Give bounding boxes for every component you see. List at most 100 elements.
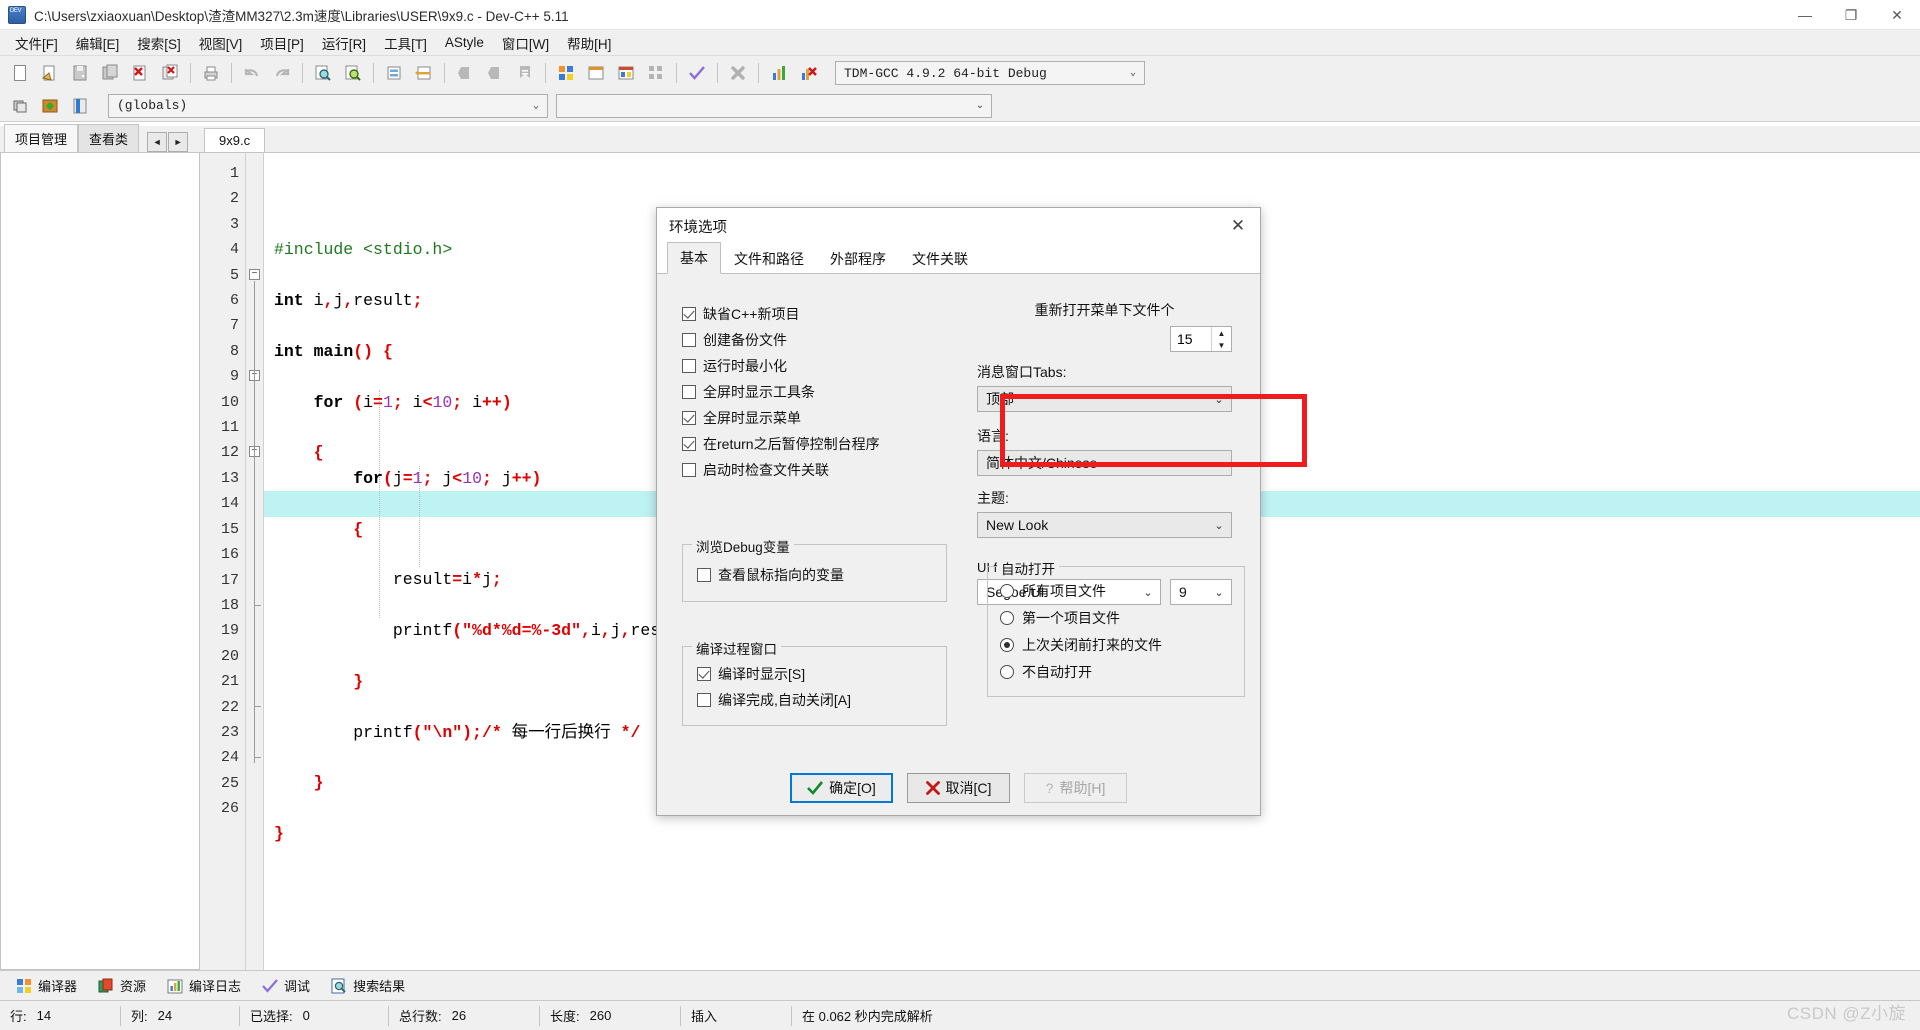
goto-line-icon[interactable] [380,60,408,86]
environment-options-dialog: 环境选项 ✕ 基本 文件和路径 外部程序 文件关联 缺省C++新项目 创建备份文… [656,207,1261,816]
open-file-icon[interactable] [36,60,64,86]
redo-icon[interactable] [268,60,296,86]
member-select[interactable]: ⌄ [556,93,992,118]
save-all-icon[interactable] [96,60,124,86]
line-number: 1 [229,165,239,182]
save-file-icon[interactable] [66,60,94,86]
checkbox-show-during-compile[interactable]: 编译时显示[S] [697,664,805,684]
checkbox-default-cpp-project[interactable]: 缺省C++新项目 [682,304,952,324]
nav-prev-button[interactable]: ◄ [147,132,168,152]
checkbox-box [682,333,696,347]
line-number: 10 [220,393,239,411]
stepper-buttons[interactable]: ▲ ▼ [1211,327,1231,351]
checkbox-auto-close-after-compile[interactable]: 编译完成,自动关闭[A] [697,690,851,710]
print-icon[interactable] [197,60,225,86]
code-folding-column[interactable]: −−− [246,153,264,970]
compiler-select[interactable]: TDM-GCC 4.9.2 64-bit Debug ⌄ [835,61,1145,85]
checkbox-minimize-on-run[interactable]: 运行时最小化 [682,356,952,376]
new-file-icon[interactable] [6,60,34,86]
project-options-icon[interactable] [582,60,610,86]
cancel-button[interactable]: 取消[C] [907,773,1010,803]
radio-open-none[interactable]: 不自动打开 [1000,662,1162,682]
chevron-down-icon: ⌄ [975,100,985,111]
dialog-close-button[interactable]: ✕ [1216,208,1260,244]
prev-bookmark-icon[interactable] [451,60,479,86]
bottom-tab-compiler[interactable]: 编译器 [6,972,86,999]
ok-button[interactable]: 确定[O] [790,773,893,803]
replace-icon[interactable] [339,60,367,86]
goto-function-icon[interactable] [410,60,438,86]
fold-toggle-icon[interactable]: − [249,268,260,280]
checkbox-label: 编译时显示[S] [718,666,806,682]
menu-file[interactable]: 文件[F] [6,30,67,56]
menu-project[interactable]: 项目[P] [251,30,313,56]
dialog-tab-general[interactable]: 基本 [667,242,721,274]
profile-icon[interactable] [765,60,793,86]
scope-select[interactable]: (globals) ⌄ [108,93,548,118]
status-length-value: 260 [589,1008,612,1023]
project-tree[interactable] [0,152,200,970]
undo-icon[interactable] [238,60,266,86]
menu-run[interactable]: 运行[R] [313,30,375,56]
bottom-tab-search-results[interactable]: 搜索结果 [321,972,414,999]
checkbox-show-toolbar-fullscreen[interactable]: 全屏时显示工具条 [682,382,952,402]
dialog-tab-file-associations[interactable]: 文件关联 [899,243,981,274]
nav-next-button[interactable]: ► [168,132,189,152]
delete-profile-icon[interactable] [795,60,823,86]
remove-from-project-icon[interactable] [66,93,94,119]
checkbox-create-backup-file[interactable]: 创建备份文件 [682,330,952,350]
theme-dropdown[interactable]: New Look ⌄ [977,512,1232,538]
bottom-tab-resources[interactable]: 资源 [88,972,155,999]
stepper-down-icon[interactable]: ▼ [1212,339,1231,351]
project-browser-icon[interactable] [6,93,34,119]
checkbox-show-menu-fullscreen[interactable]: 全屏时显示菜单 [682,408,952,428]
line-number: 16 [220,546,239,564]
fold-end-tick [254,604,261,606]
message-window-tabs-dropdown[interactable]: 顶部 ⌄ [977,386,1232,412]
radio-open-first-project-file[interactable]: 第一个项目文件 [1000,608,1162,628]
new-project-icon[interactable] [552,60,580,86]
stepper-up-icon[interactable]: ▲ [1212,327,1231,339]
menu-search[interactable]: 搜索[S] [128,30,190,56]
line-number: 7 [229,317,239,335]
close-file-icon[interactable] [126,60,154,86]
checkbox-check-file-assoc-on-startup[interactable]: 启动时检查文件关联 [682,460,952,480]
menu-astyle[interactable]: AStyle [436,32,493,53]
message-window-tabs-value: 顶部 [986,391,1014,407]
stop-execution-icon[interactable] [724,60,752,86]
menu-tools[interactable]: 工具[T] [375,30,436,56]
dialog-body: 缺省C++新项目 创建备份文件 运行时最小化 全屏时显示工具条 全屏时显示菜单 … [657,274,1260,815]
debug-variables-group: 浏览Debug变量 查看鼠标指向的变量 [682,536,947,602]
menu-help[interactable]: 帮助[H] [558,30,620,56]
find-icon[interactable] [309,60,337,86]
maximize-button[interactable]: ❐ [1828,0,1874,30]
dialog-tab-external-programs[interactable]: 外部程序 [817,243,899,274]
bottom-tab-compile-log[interactable]: 编译日志 [157,972,250,999]
language-dropdown[interactable]: 简体中文/Chinese ⌄ [977,450,1232,476]
reopen-count-stepper[interactable]: 15 ▲ ▼ [1170,326,1232,352]
add-to-project-icon[interactable] [36,93,64,119]
left-tab-project[interactable]: 项目管理 [4,124,79,152]
bottom-tab-debug[interactable]: 调试 [252,972,319,999]
radio-open-all-project-files[interactable]: 所有项目文件 [1000,581,1162,601]
menu-edit[interactable]: 编辑[E] [67,30,129,56]
checkbox-pause-console-after-return[interactable]: 在return之后暂停控制台程序 [682,434,952,454]
minimize-button[interactable]: — [1782,0,1828,30]
close-all-files-icon[interactable] [156,60,184,86]
left-tab-classes[interactable]: 查看类 [78,124,140,152]
file-tab-9x9-c[interactable]: 9x9.c [204,128,266,153]
menu-view[interactable]: 视图[V] [190,30,252,56]
view-toggle-icon[interactable] [642,60,670,86]
toggle-bookmark-icon[interactable] [511,60,539,86]
dialog-tab-files-paths[interactable]: 文件和路径 [721,243,817,274]
menu-window[interactable]: 窗口[W] [493,30,558,56]
close-button[interactable]: ✕ [1874,0,1920,30]
radio-button [1000,611,1014,625]
checkbox-watch-variable-under-mouse[interactable]: 查看鼠标指向的变量 [697,565,844,585]
radio-open-files-from-last-session[interactable]: 上次关闭前打来的文件 [1000,635,1162,655]
editor-file-tabs: 9x9.c [200,126,1920,153]
next-bookmark-icon[interactable] [481,60,509,86]
compile-options-icon[interactable] [612,60,640,86]
line-number: 23 [220,723,239,741]
compile-run-check-icon[interactable] [683,60,711,86]
